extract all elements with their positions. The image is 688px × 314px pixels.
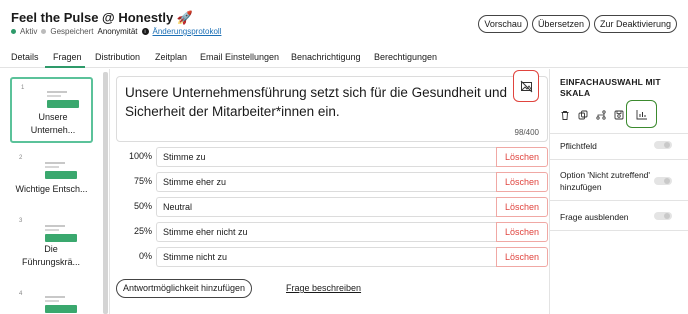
answer-percent: 25%	[133, 226, 152, 236]
image-off-icon[interactable]	[513, 70, 539, 102]
delete-answer-button[interactable]: Löschen	[496, 197, 548, 217]
question-label: Wichtige Entsch...	[15, 184, 88, 194]
question-editor[interactable]: Unsere Unternehmensführung setzt sich fü…	[116, 76, 548, 142]
question-number: 1	[21, 85, 25, 91]
divider	[550, 159, 688, 160]
question-preview-thumbnail	[47, 91, 79, 109]
question-number: 3	[19, 218, 23, 224]
required-label: Pflichtfeld	[560, 141, 597, 151]
trash-icon[interactable]	[559, 109, 571, 121]
delete-answer-button[interactable]: Löschen	[496, 222, 548, 242]
save-template-icon[interactable]	[613, 109, 625, 121]
tab-distribution[interactable]: Distribution	[95, 52, 140, 62]
delete-answer-button[interactable]: Löschen	[496, 247, 548, 267]
hide-question-label: Frage ausblenden	[560, 212, 629, 222]
status-dot	[11, 29, 16, 34]
tab-details[interactable]: Details	[11, 52, 39, 62]
info-icon[interactable]: i	[141, 28, 149, 35]
question-preview-thumbnail	[45, 162, 77, 180]
question-card-3[interactable]: 3 Die Führungskrä...	[10, 213, 93, 279]
status-text: Aktiv	[20, 27, 38, 36]
copy-icon[interactable]	[577, 109, 589, 121]
deactivate-button[interactable]: Zur Deaktivierung	[593, 15, 677, 33]
anonymity-label: Anonymität	[97, 27, 138, 36]
question-preview-thumbnail	[45, 296, 77, 314]
tab-permissions[interactable]: Berechtigungen	[374, 52, 437, 62]
scale-chart-icon[interactable]	[626, 100, 657, 128]
required-toggle[interactable]	[654, 141, 672, 149]
question-type-title: EINFACHAUSWAHL MIT SKALA	[560, 77, 661, 98]
answer-percent: 75%	[133, 176, 152, 186]
question-label: Die Führungskrä...	[21, 244, 81, 267]
answer-row: 0% Stimme nicht zu Löschen	[116, 247, 548, 267]
question-settings-panel: EINFACHAUSWAHL MIT SKALA Pflichtfeld Opt…	[549, 69, 688, 314]
question-label: Unsere Unterneh...	[30, 112, 76, 135]
tab-email-settings[interactable]: Email Einstellungen	[200, 52, 279, 62]
tab-questions[interactable]: Fragen	[53, 52, 82, 62]
answer-row: 25% Stimme eher nicht zu Löschen	[116, 222, 548, 242]
active-tab-indicator	[45, 66, 85, 68]
answer-input[interactable]: Stimme nicht zu	[156, 247, 496, 267]
answer-percent: 0%	[138, 251, 152, 261]
hide-question-toggle[interactable]	[654, 212, 672, 220]
divider	[550, 200, 688, 201]
question-number: 2	[19, 155, 23, 161]
delete-answer-button[interactable]: Löschen	[496, 147, 548, 167]
header-actions: Vorschau Übersetzen Zur Deaktivierung	[478, 15, 677, 33]
tab-schedule[interactable]: Zeitplan	[155, 52, 187, 62]
saved-text: Gespeichert	[50, 27, 94, 36]
add-answer-button[interactable]: Antwortmöglichkeit hinzufügen	[116, 279, 253, 298]
question-card-2[interactable]: 2 Wichtige Entsch...	[10, 150, 93, 200]
preview-button[interactable]: Vorschau	[478, 15, 528, 33]
history-link[interactable]: Änderungsprotokoll	[153, 27, 222, 36]
divider	[550, 133, 688, 134]
not-applicable-toggle[interactable]	[654, 177, 672, 185]
answer-row: 75% Stimme eher zu Löschen	[116, 172, 548, 192]
answer-input[interactable]: Stimme eher zu	[156, 172, 496, 192]
status-bar: Aktiv Gespeichert Anonymität i Änderungs…	[11, 27, 221, 36]
tab-bar: Details Fragen Distribution Zeitplan Ema…	[0, 50, 688, 68]
delete-answer-button[interactable]: Löschen	[496, 172, 548, 192]
saved-dot	[41, 29, 47, 34]
question-number: 4	[19, 291, 23, 297]
answer-percent: 50%	[133, 201, 152, 211]
describe-question-link[interactable]: Frage beschreiben	[286, 283, 361, 293]
answer-input[interactable]: Stimme eher nicht zu	[156, 222, 496, 242]
page-title: Feel the Pulse @ Honestly 🚀	[11, 10, 194, 25]
question-preview-thumbnail	[45, 225, 77, 243]
branching-icon[interactable]	[595, 109, 607, 121]
question-card-4[interactable]: 4	[10, 286, 93, 314]
question-text[interactable]: Unsere Unternehmensführung setzt sich fü…	[125, 83, 510, 121]
tab-notifications[interactable]: Benachrichtigung	[291, 52, 361, 62]
char-counter: 98/400	[514, 128, 539, 137]
divider	[550, 230, 688, 231]
sidebar-scrollbar[interactable]	[103, 72, 108, 314]
translate-button[interactable]: Übersetzen	[531, 15, 590, 33]
answer-percent: 100%	[128, 151, 152, 161]
question-toolbar	[559, 109, 625, 121]
answer-row: 100% Stimme zu Löschen	[116, 147, 548, 167]
answer-row: 50% Neutral Löschen	[116, 197, 548, 217]
question-card-1[interactable]: 1 Unsere Unterneh...	[10, 77, 93, 143]
answer-input[interactable]: Stimme zu	[156, 147, 496, 167]
answer-input[interactable]: Neutral	[156, 197, 496, 217]
not-applicable-label: Option 'Nicht zutreffend' hinzufügen	[560, 170, 651, 192]
